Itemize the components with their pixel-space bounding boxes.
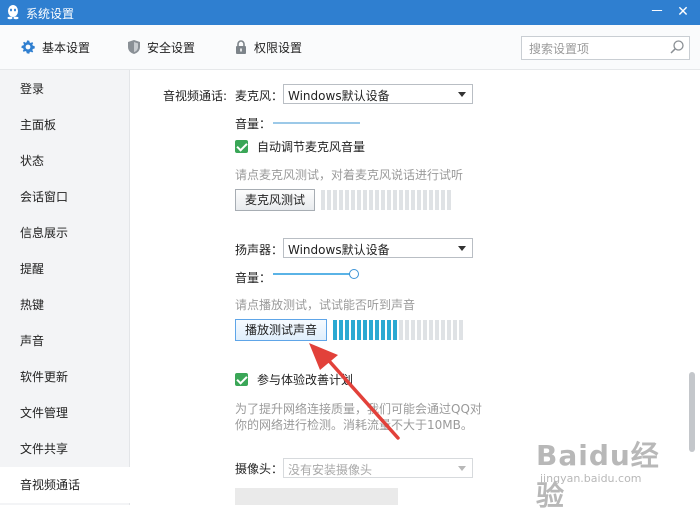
baidu-watermark: Baidu经验 jingyan.baidu.com [534,432,664,512]
annotation-arrow-icon [309,343,400,440]
watermark-sub: jingyan.baidu.com [540,472,642,485]
